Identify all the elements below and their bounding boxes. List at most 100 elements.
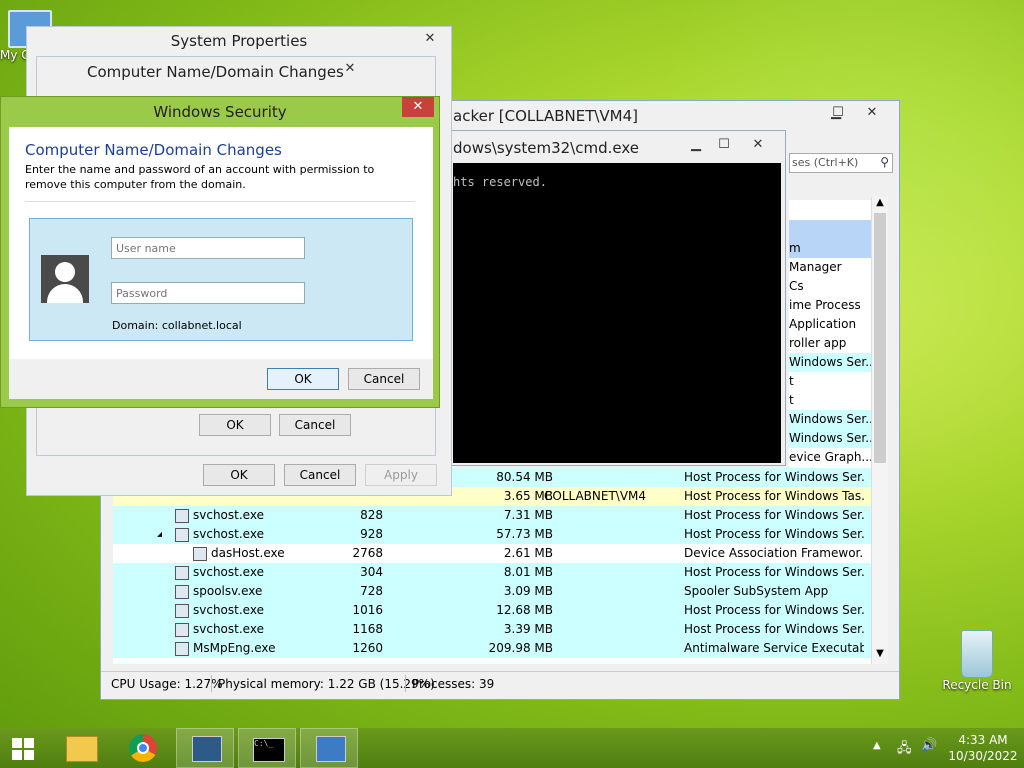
start-button[interactable] xyxy=(0,728,48,768)
vertical-scrollbar[interactable]: ▲ ▼ xyxy=(871,197,888,664)
process-pid: 2768 xyxy=(352,546,383,560)
chrome-taskbar-button[interactable] xyxy=(114,728,172,768)
cmd-minimize-button[interactable]: ▁ xyxy=(681,135,711,155)
credential-tile: Domain: collabnet.local xyxy=(29,218,413,341)
search-box[interactable]: ses (Ctrl+K) ⚲ xyxy=(789,153,893,173)
cmd-title: dows\system32\cmd.exe xyxy=(453,139,639,157)
table-row[interactable]: svchost.exe 928 57.73 MB Host Process for W… xyxy=(113,525,871,544)
table-row[interactable]: svchost.exe 1016 12.68 MB Host Process for … xyxy=(113,601,871,620)
close-button[interactable]: ✕ xyxy=(857,103,887,123)
windows-security-dialog: Windows Security ✕ Computer Name/Domain … xyxy=(0,96,440,408)
process-table: 80.54 MB Host Process for Windows Ser... 3… xyxy=(113,468,871,664)
process-explorer-taskbar-button[interactable] xyxy=(176,728,234,768)
chrome-icon xyxy=(129,734,157,762)
network-icon[interactable]: 🖧 xyxy=(897,739,912,761)
cmd-close-button[interactable]: ✕ xyxy=(743,135,773,155)
security-cancel-button[interactable]: Cancel xyxy=(348,368,420,390)
process-row-fragment[interactable]: roller app xyxy=(789,334,871,353)
system-properties-close-button[interactable]: ✕ xyxy=(415,29,445,49)
process-description: Antimalware Service Executable xyxy=(684,641,864,655)
table-row[interactable]: dasHost.exe 2768 2.61 MB Device Association… xyxy=(113,544,871,563)
status-bar: CPU Usage: 1.27% Physical memory: 1.22 G… xyxy=(101,671,899,696)
process-description: Host Process for Windows Ser... xyxy=(684,508,864,522)
selected-row[interactable] xyxy=(789,220,871,239)
process-row-fragment[interactable]: ime Process xyxy=(789,296,871,315)
process-icon xyxy=(175,623,189,637)
process-row-fragment[interactable]: Application xyxy=(789,315,871,334)
process-row-fragment[interactable]: Windows Ser... xyxy=(789,353,871,372)
physical-memory: Physical memory: 1.22 GB (15.29%) xyxy=(218,677,435,691)
process-description: Host Process for Windows Ser... xyxy=(684,565,864,579)
show-hidden-icons-chevron-icon[interactable]: ▲ xyxy=(873,740,881,751)
cmd-icon: C:\_ xyxy=(253,738,285,762)
process-memory: 12.68 MB xyxy=(496,603,553,617)
file-explorer-taskbar-button[interactable] xyxy=(52,728,110,768)
process-row-fragment[interactable]: evice Graph... xyxy=(789,448,871,467)
system-properties-title: System Properties xyxy=(170,32,308,50)
system-properties-taskbar-button[interactable] xyxy=(300,728,358,768)
process-row-fragment[interactable]: t xyxy=(789,391,871,410)
recycle-bin-desktop-icon[interactable]: Recycle Bin xyxy=(940,630,1014,692)
security-ok-button[interactable]: OK xyxy=(267,368,339,390)
process-memory: 2.61 MB xyxy=(503,546,553,560)
process-description: Host Process for Windows Ser... xyxy=(684,603,864,617)
restore-button[interactable]: ☐ xyxy=(823,103,853,123)
process-row-fragment[interactable]: t xyxy=(789,372,871,391)
process-description: Spooler SubSystem App xyxy=(684,584,829,598)
security-heading: Computer Name/Domain Changes xyxy=(25,141,282,159)
scroll-up-arrow[interactable]: ▲ xyxy=(872,197,888,213)
cmd-maximize-button[interactable]: ☐ xyxy=(709,135,739,155)
table-row[interactable]: spoolsv.exe 728 3.09 MB Spooler SubSystem A… xyxy=(113,582,871,601)
process-memory: 3.39 MB xyxy=(503,622,553,636)
system-computer-icon xyxy=(316,736,346,762)
clock-time: 4:33 AM xyxy=(958,733,1008,747)
name-changes-ok-button[interactable]: OK xyxy=(199,414,271,436)
process-explorer-icon xyxy=(192,736,222,762)
process-icon xyxy=(175,509,189,523)
name-changes-title: Computer Name/Domain Changes xyxy=(87,63,344,81)
username-input[interactable] xyxy=(111,237,305,259)
process-user: COLLABNET\VM4 xyxy=(544,489,647,503)
process-name: spoolsv.exe xyxy=(193,584,263,598)
process-name: MsMpEng.exe xyxy=(193,641,276,655)
process-icon xyxy=(175,604,189,618)
process-icon xyxy=(175,642,189,656)
system-properties-apply-button[interactable]: Apply xyxy=(365,464,437,486)
password-input[interactable] xyxy=(111,282,305,304)
description-divider xyxy=(25,201,415,202)
process-pid: 1260 xyxy=(352,641,383,655)
process-name: svchost.exe xyxy=(193,622,264,636)
process-memory: 7.31 MB xyxy=(503,508,553,522)
process-row-fragment[interactable]: Manager xyxy=(789,258,871,277)
process-description: Host Process for Windows Ser... xyxy=(684,527,864,541)
process-row-fragment[interactable]: Windows Ser... xyxy=(789,410,871,429)
process-row-fragment[interactable]: m xyxy=(789,239,871,258)
recycle-bin-icon xyxy=(961,630,993,678)
system-properties-cancel-button[interactable]: Cancel xyxy=(284,464,356,486)
process-memory: 3.09 MB xyxy=(503,584,553,598)
table-row[interactable]: MsMpEng.exe 1260 209.98 MB Antimalware Serv… xyxy=(113,639,871,658)
collapse-tree-icon[interactable]: ◢ xyxy=(157,525,162,544)
process-pid: 728 xyxy=(360,584,383,598)
taskbar: C:\_ ▲ 🖧 🔊 4:33 AM 10/30/2022 xyxy=(0,728,1024,768)
table-row[interactable]: svchost.exe 304 8.01 MB Host Process for Wi… xyxy=(113,563,871,582)
cmd-console[interactable]: hts reserved. xyxy=(453,163,781,463)
security-content: Computer Name/Domain Changes Enter the n… xyxy=(9,127,433,399)
table-row[interactable]: svchost.exe 828 7.31 MB Host Process for Wi… xyxy=(113,506,871,525)
clock-date: 10/30/2022 xyxy=(948,749,1018,763)
system-properties-ok-button[interactable]: OK xyxy=(203,464,275,486)
clock[interactable]: 4:33 AM 10/30/2022 xyxy=(948,732,1018,764)
windows-security-close-button[interactable]: ✕ xyxy=(402,97,434,117)
process-description: Host Process for Windows Ser... xyxy=(684,622,864,636)
right-column-text: m Manager Cs ime Process Application roller a… xyxy=(789,239,871,467)
volume-icon[interactable]: 🔊 xyxy=(921,738,937,753)
scroll-down-arrow[interactable]: ▼ xyxy=(872,648,888,664)
name-changes-close-button[interactable]: ✕ xyxy=(335,59,365,79)
scroll-thumb[interactable] xyxy=(874,213,886,463)
process-pid: 1168 xyxy=(352,622,383,636)
table-row[interactable]: svchost.exe 1168 3.39 MB Host Process for W… xyxy=(113,620,871,639)
process-row-fragment[interactable]: Cs xyxy=(789,277,871,296)
cmd-taskbar-button[interactable]: C:\_ xyxy=(238,728,296,768)
name-changes-cancel-button[interactable]: Cancel xyxy=(279,414,351,436)
process-row-fragment[interactable]: Windows Ser... xyxy=(789,429,871,448)
